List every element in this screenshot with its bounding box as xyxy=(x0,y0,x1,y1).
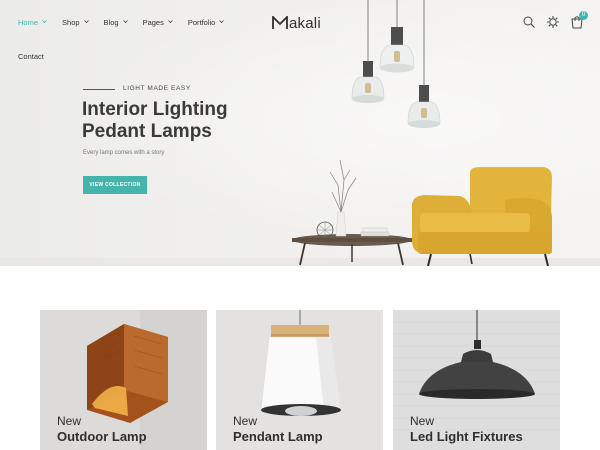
nav-item-label: Shop xyxy=(62,17,80,27)
nav-item-label: Portfolio xyxy=(187,17,216,27)
logo-text: akali xyxy=(289,14,321,32)
hero-banner: Home Shop Blog Pages Portfolio Contact a… xyxy=(0,0,600,266)
category-card-led-light-fixtures[interactable]: New Led Light Fixtures xyxy=(393,310,560,450)
main-nav: Home Shop Blog Pages Portfolio xyxy=(18,17,239,27)
logo-m-mark xyxy=(272,16,288,29)
nav-item-shop[interactable]: Shop xyxy=(62,17,89,27)
pendant-lamp-right xyxy=(407,85,441,128)
nav-item-pages[interactable]: Pages xyxy=(143,17,173,27)
view-collection-button[interactable]: VIEW COLLECTION xyxy=(83,176,147,194)
search-icon[interactable] xyxy=(522,15,536,29)
settings-icon[interactable] xyxy=(546,15,560,29)
category-card-outdoor-lamp[interactable]: New Outdoor Lamp xyxy=(40,310,207,450)
category-title: Pendant Lamp xyxy=(233,429,323,444)
hero-title-line-1: Interior Lighting xyxy=(82,99,228,120)
hero-title: Interior Lighting Pedant Lamps xyxy=(82,99,312,143)
category-title: Led Light Fixtures xyxy=(410,429,523,444)
category-card-pendant-lamp[interactable]: New Pendant Lamp xyxy=(216,310,383,450)
armchair xyxy=(411,167,552,266)
chevron-down-icon xyxy=(168,19,173,24)
category-tag: New xyxy=(410,414,435,428)
nav-item-blog[interactable]: Blog xyxy=(104,17,128,27)
chevron-down-icon xyxy=(122,19,128,24)
header-actions: 0 xyxy=(522,11,588,29)
nav-item-label: Home xyxy=(18,17,39,27)
pendant-lamp-middle xyxy=(379,27,415,73)
nav-item-contact[interactable]: Contact xyxy=(18,52,44,61)
chevron-down-icon xyxy=(42,19,47,24)
hero-eyebrow: LIGHT MADE EASY xyxy=(123,85,191,92)
category-tag: New xyxy=(233,414,258,428)
nav-item-home[interactable]: Home xyxy=(18,17,47,27)
cart-icon[interactable]: 0 xyxy=(570,11,588,29)
category-tag: New xyxy=(57,414,82,428)
nav-item-label: Pages xyxy=(142,17,164,27)
pendant-lamp-left xyxy=(351,61,385,103)
nav-item-portfolio[interactable]: Portfolio xyxy=(188,17,225,27)
site-logo[interactable]: akali xyxy=(272,13,321,33)
hero-title-line-2: Pedant Lamps xyxy=(82,121,212,142)
chevron-down-icon xyxy=(219,19,225,24)
side-table xyxy=(292,159,412,266)
nav-item-label: Blog xyxy=(103,17,119,27)
cart-count-badge: 0 xyxy=(579,11,588,20)
category-title: Outdoor Lamp xyxy=(57,429,147,444)
eyebrow-divider xyxy=(83,89,115,90)
chevron-down-icon xyxy=(83,19,89,24)
hero-subtitle: Every lamp comes with a story xyxy=(83,150,165,156)
